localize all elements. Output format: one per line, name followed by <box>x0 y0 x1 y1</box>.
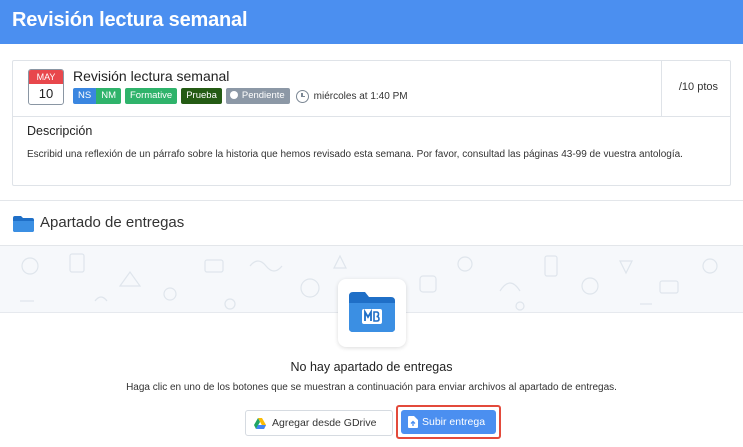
upload-file-icon <box>408 416 418 428</box>
tag-nm: NM <box>96 88 121 104</box>
empty-state-subtitle: Haga clic en uno de los botones que se m… <box>126 382 617 393</box>
section-divider <box>0 200 743 201</box>
status-dot-icon <box>229 91 238 99</box>
status-label: Pendiente <box>241 90 285 101</box>
gdrive-button-label: Agregar desde GDrive <box>272 417 377 429</box>
page-header: Revisión lectura semanal <box>0 0 743 44</box>
empty-state-tile <box>338 279 406 347</box>
task-card: MAY 10 Revisión lectura semanal NS NM Fo… <box>12 60 731 186</box>
task-points: /10 ptos <box>678 81 718 93</box>
dropbox-section-title: Apartado de entregas <box>40 214 185 231</box>
tag-prueba: Prueba <box>181 88 222 104</box>
upload-submission-button[interactable]: Subir entrega <box>401 410 496 434</box>
tag-ns: NS <box>73 88 97 104</box>
task-title: Revisión lectura semanal <box>73 68 230 84</box>
status-badge: Pendiente <box>225 88 290 104</box>
folder-icon <box>13 216 34 232</box>
points-cell: /10 ptos <box>662 61 730 117</box>
calendar-badge: MAY 10 <box>28 69 64 105</box>
task-summary: MAY 10 Revisión lectura semanal NS NM Fo… <box>13 61 662 117</box>
add-from-gdrive-button[interactable]: Agregar desde GDrive <box>245 410 393 436</box>
managebac-folder-icon <box>349 292 395 332</box>
description-text: Escribid una reflexión de un párrafo sob… <box>27 149 683 160</box>
calendar-month: MAY <box>29 70 63 84</box>
due-date: miércoles at 1:40 PM <box>313 90 408 102</box>
tag-formative: Formative <box>124 88 178 104</box>
google-drive-icon <box>254 417 266 429</box>
task-tags: NS NM Formative Prueba Pendiente miércol… <box>73 88 408 104</box>
calendar-day: 10 <box>38 86 54 101</box>
page-title: Revisión lectura semanal <box>12 9 248 31</box>
empty-state-title: No hay apartado de entregas <box>290 360 453 374</box>
clock-icon <box>295 89 309 103</box>
upload-button-label: Subir entrega <box>422 416 486 428</box>
description-label: Descripción <box>27 124 93 138</box>
